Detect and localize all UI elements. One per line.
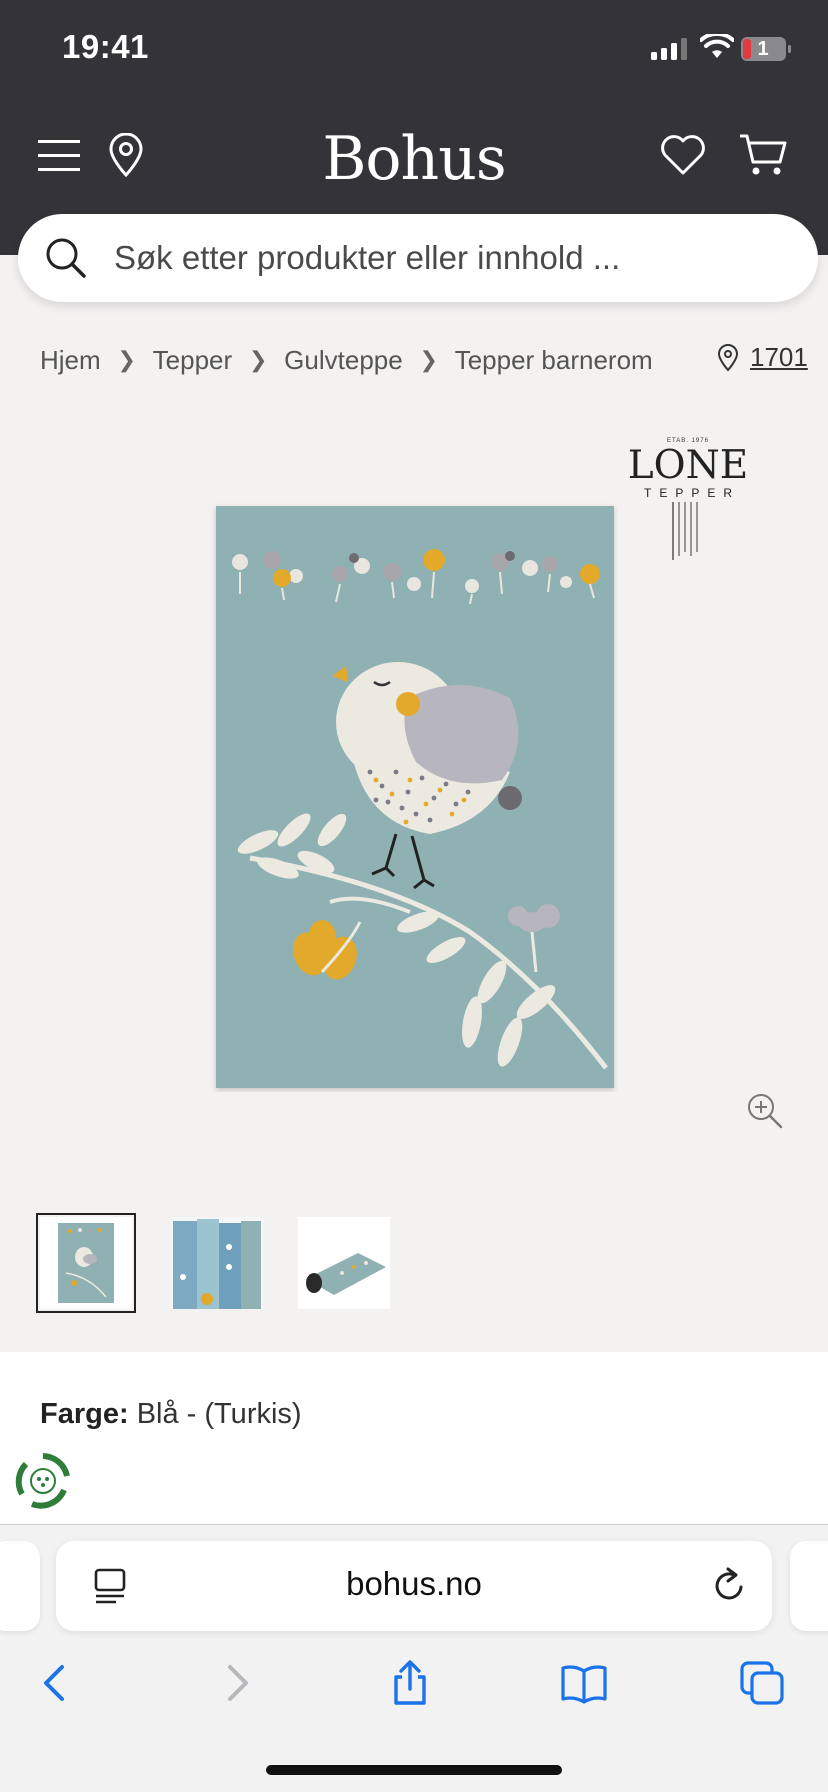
wifi-icon [700,34,734,58]
brand-lines-graphic [672,502,698,560]
search-icon[interactable] [44,236,88,280]
breadcrumb-item-tepper[interactable]: Tepper [153,345,233,376]
brand-logo: ETAB. 1976 LONE TEPPER [626,436,750,582]
zoom-in-icon[interactable] [744,1090,784,1130]
breadcrumb: Hjem ❯ Tepper ❯ Gulvteppe ❯ Tepper barne… [40,342,653,378]
thumbnail-rugs-rolled-image [171,1217,263,1309]
thumbnail-rug-rolled-image [298,1217,390,1309]
share-button[interactable] [380,1653,440,1713]
previous-tab-preview[interactable] [0,1541,40,1631]
chevron-left-icon [44,1665,64,1701]
battery-icon: 1 [740,36,792,62]
breadcrumb-item-tepper-barnerom[interactable]: Tepper barnerom [455,345,653,376]
chevron-right-icon: ❯ [248,347,268,372]
search-input[interactable] [114,234,774,282]
location-pin-icon [717,343,739,371]
thumbnail-2[interactable] [171,1217,263,1309]
url-text[interactable]: bohus.no [56,1565,772,1603]
battery-level: 1 [757,38,769,60]
eco-recycle-icon[interactable] [14,1452,72,1510]
address-bar[interactable]: bohus.no [56,1541,772,1631]
home-indicator [266,1765,562,1775]
cellular-signal-icon [651,38,687,60]
search-bar[interactable] [18,214,818,302]
bookmarks-button[interactable] [554,1653,614,1713]
store-selector[interactable]: 1701 [716,342,808,373]
next-tab-preview[interactable] [790,1541,828,1631]
cart-icon[interactable] [738,132,788,178]
browser-toolbar: bohus.no [0,1524,828,1792]
status-time: 19:41 [62,28,149,65]
store-code[interactable]: 1701 [750,342,808,373]
tabs-button[interactable] [732,1653,792,1713]
share-icon [394,1660,426,1705]
color-value: Blå - (Turkis) [136,1398,302,1430]
chevron-right-icon: ❯ [117,347,136,372]
heart-icon[interactable] [660,134,706,176]
color-line: Farge: Blå - (Turkis) [40,1398,302,1431]
thumbnail-rug-front-image [40,1217,132,1309]
back-button[interactable] [26,1653,86,1713]
status-bar: 19:41 1 [0,0,828,100]
tabs-icon [740,1661,784,1705]
breadcrumb-item-home[interactable]: Hjem [40,345,101,376]
book-icon [561,1665,607,1704]
thumbnail-1[interactable] [36,1213,136,1313]
reload-icon[interactable] [710,1565,748,1605]
product-image[interactable] [210,502,618,1092]
breadcrumb-item-gulvteppe[interactable]: Gulvteppe [284,345,403,376]
chevron-right-icon [228,1665,248,1701]
product-details: Farge: Blå - (Turkis) [0,1352,828,1524]
brand-name: LONE [627,443,749,488]
forward-button[interactable] [206,1653,266,1713]
brand-sub: TEPPER [643,486,740,500]
chevron-right-icon: ❯ [419,347,438,372]
thumbnail-3[interactable] [298,1217,390,1309]
color-label: Farge: [40,1398,129,1430]
